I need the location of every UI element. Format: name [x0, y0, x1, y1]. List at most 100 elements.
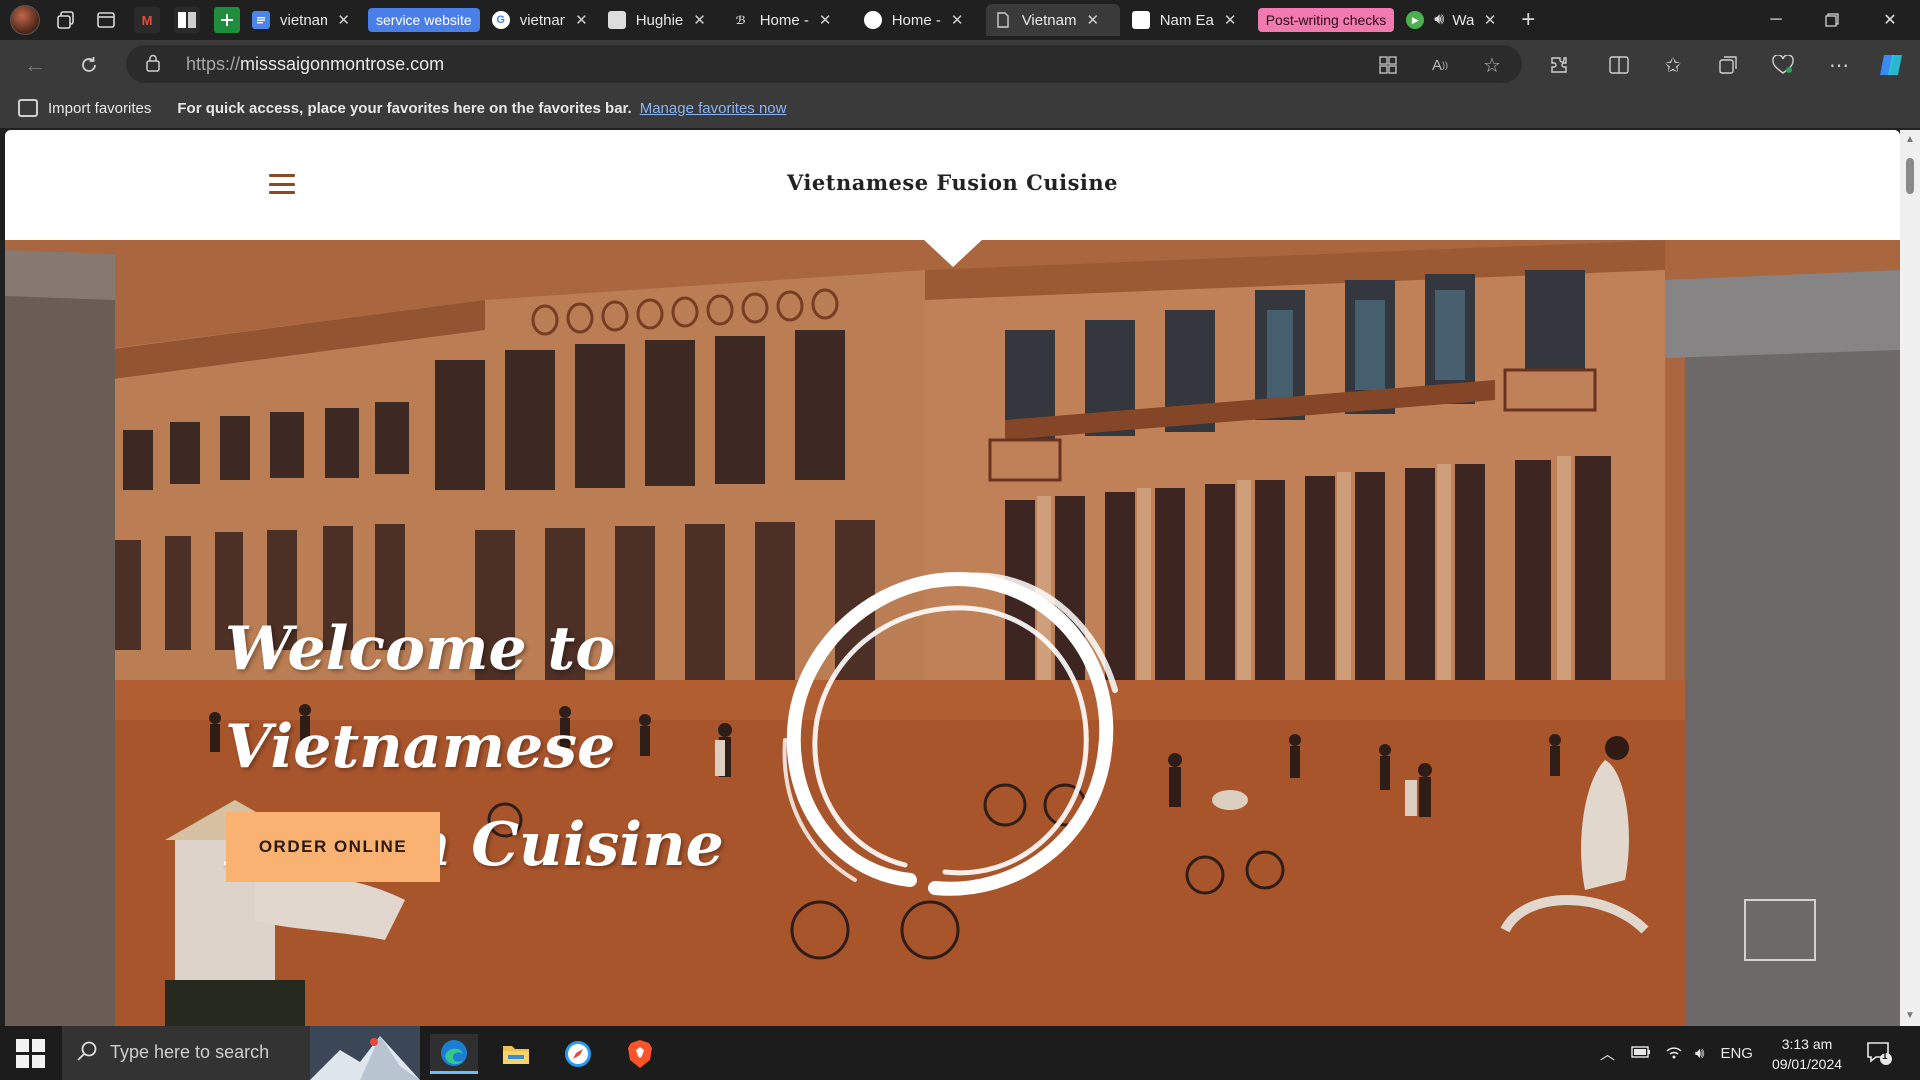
- header-notch: [923, 239, 983, 267]
- site-icon: [1131, 11, 1150, 29]
- compass-icon: [565, 1041, 591, 1067]
- tab-label: vietnam: [280, 11, 328, 29]
- close-window-icon[interactable]: ✕: [1866, 0, 1914, 40]
- windows-start-icon[interactable]: [10, 1038, 50, 1068]
- tab-label: vietnam: [519, 11, 565, 29]
- app-available-icon[interactable]: [1376, 53, 1400, 77]
- tab-wa[interactable]: ▶ 🔊︎ Wa ✕: [1398, 4, 1504, 36]
- tab-nam-ea[interactable]: Nam Ea ✕: [1124, 4, 1248, 36]
- hero-heading-line-1: Welcome to Vietnamese: [225, 614, 616, 782]
- language-indicator[interactable]: ENG: [1720, 1045, 1753, 1062]
- tab-label: Home -: [891, 11, 941, 29]
- search-highlight-mountain-image: [310, 1026, 420, 1080]
- script-logo-icon: ℬ: [735, 14, 746, 27]
- manage-favorites-link[interactable]: Manage favorites now: [640, 100, 787, 117]
- scrollbar-thumb[interactable]: [1906, 158, 1914, 194]
- tab-label: Hughie: [635, 11, 684, 29]
- read-aloud-icon[interactable]: A)): [1428, 53, 1452, 77]
- order-online-button[interactable]: ORDER ONLINE: [226, 812, 440, 882]
- tab-group-service-website[interactable]: service website: [368, 8, 480, 32]
- notification-count-badge: 1: [1882, 1051, 1888, 1062]
- import-favorites-icon[interactable]: [18, 99, 38, 117]
- folder-icon: [503, 1046, 529, 1064]
- navigation-toolbar: ← https://misssaigonmontrose.com A)) ☆ ✩: [0, 40, 1920, 88]
- site-title[interactable]: Vietnamese Fusion Cuisine: [5, 170, 1900, 195]
- close-tab-icon[interactable]: ✕: [1224, 11, 1237, 29]
- search-icon: [76, 1040, 98, 1062]
- volume-icon[interactable]: 🔊︎: [1695, 1045, 1704, 1062]
- browser-tab-bar: M vietnam ✕ service website G vietnam ✕ …: [0, 0, 1920, 40]
- favorites-bar: Import favorites For quick access, place…: [0, 88, 1920, 128]
- tab-docs-vietnam[interactable]: vietnam ✕: [244, 4, 358, 36]
- taskbar-brave-app[interactable]: [616, 1034, 664, 1074]
- collections-icon[interactable]: [1716, 52, 1742, 78]
- speaker-icon[interactable]: 🔊︎: [1434, 11, 1444, 29]
- url-domain: misssaigonmontrose.com: [240, 54, 445, 74]
- page-scrollbar[interactable]: ▲ ▼: [1900, 130, 1920, 1026]
- taskbar-file-explorer-app[interactable]: [492, 1034, 540, 1074]
- scroll-up-arrow-icon[interactable]: ▲: [1904, 134, 1916, 146]
- url-text[interactable]: https://misssaigonmontrose.com: [186, 54, 444, 75]
- tab-label: Home -: [759, 11, 809, 29]
- lock-icon[interactable]: [146, 54, 160, 72]
- notification-center-icon[interactable]: 1: [1866, 1040, 1892, 1066]
- refresh-icon[interactable]: [72, 48, 106, 82]
- favorites-icon[interactable]: ✩: [1660, 52, 1686, 78]
- taskbar-safari-app[interactable]: [554, 1034, 602, 1074]
- browser-essentials-icon[interactable]: [1770, 52, 1796, 78]
- play-icon: ▶: [1406, 11, 1425, 29]
- site-icon: [607, 11, 626, 29]
- clock-date: 09/01/2024: [1771, 1056, 1843, 1072]
- back-arrow-icon[interactable]: ←: [18, 48, 52, 82]
- taskbar-search-box[interactable]: Type here to search: [62, 1026, 420, 1080]
- page-icon: [994, 11, 1012, 29]
- copilot-icon[interactable]: [1878, 52, 1904, 78]
- hero-banner: Welcome to Vietnamese Fusion Cuisine ORD…: [5, 240, 1900, 1026]
- profile-avatar[interactable]: [10, 5, 40, 35]
- taskbar-clock[interactable]: 3:13 am 09/01/2024: [1762, 1034, 1852, 1074]
- minimize-icon[interactable]: ─: [1752, 0, 1800, 40]
- tab-home-site[interactable]: Home - ✕: [856, 4, 982, 36]
- gmail-pinned-tab-icon[interactable]: M: [134, 7, 160, 33]
- close-tab-icon[interactable]: ✕: [951, 11, 964, 29]
- close-tab-icon[interactable]: ✕: [337, 11, 350, 29]
- reader-pinned-tab-icon[interactable]: [174, 7, 200, 33]
- tab-hughie[interactable]: Hughie ✕: [600, 4, 720, 36]
- battery-icon[interactable]: [1631, 1045, 1651, 1062]
- tab-group-post-writing-checks[interactable]: Post-writing checks: [1257, 8, 1395, 32]
- split-screen-icon[interactable]: [1606, 52, 1632, 78]
- close-tab-icon[interactable]: ✕: [575, 11, 588, 29]
- wifi-icon[interactable]: [1665, 1043, 1683, 1063]
- taskbar-edge-app[interactable]: [430, 1034, 478, 1074]
- more-options-icon[interactable]: ⋯: [1826, 52, 1852, 78]
- tab-label: Nam Ea: [1159, 11, 1214, 29]
- tab-home-script[interactable]: ℬ Home - ✕: [724, 4, 852, 36]
- favorite-star-icon[interactable]: ☆: [1480, 53, 1504, 77]
- tab-label: Wa: [1452, 11, 1474, 29]
- tab-label: Vietnam: [1021, 11, 1077, 29]
- favorites-bar-message: For quick access, place your favorites h…: [177, 99, 632, 117]
- show-hidden-icons-chevron-icon[interactable]: ︿: [1600, 1043, 1615, 1064]
- workspaces-icon[interactable]: [52, 6, 80, 34]
- tab-google-vietnam[interactable]: G vietnam ✕: [484, 4, 596, 36]
- new-tab-icon[interactable]: +: [1514, 6, 1542, 34]
- site-header: Vietnamese Fusion Cuisine: [5, 130, 1900, 240]
- close-tab-icon[interactable]: ✕: [693, 11, 706, 29]
- google-icon: G: [491, 11, 510, 29]
- web-page-viewport: Vietnamese Fusion Cuisine Welcome to Vie…: [5, 130, 1900, 1026]
- import-favorites-link[interactable]: Import favorites: [48, 100, 151, 117]
- url-protocol: https://: [186, 54, 241, 74]
- extensions-icon[interactable]: [1546, 52, 1572, 78]
- clock-time: 3:13 am: [1781, 1036, 1833, 1052]
- close-tab-icon[interactable]: ✕: [1086, 11, 1099, 29]
- tab-actions-icon[interactable]: [92, 6, 120, 34]
- brave-lion-icon: [628, 1040, 652, 1068]
- sheets-pinned-tab-icon[interactable]: [214, 7, 240, 33]
- search-placeholder: Type here to search: [110, 1042, 270, 1062]
- tab-vietnam-active[interactable]: Vietnam ✕: [985, 4, 1120, 36]
- restore-icon[interactable]: [1808, 0, 1856, 40]
- close-tab-icon[interactable]: ✕: [1484, 11, 1497, 29]
- scroll-down-arrow-icon[interactable]: ▼: [1904, 1010, 1916, 1022]
- address-bar[interactable]: https://misssaigonmontrose.com A)) ☆: [126, 45, 1522, 83]
- close-tab-icon[interactable]: ✕: [819, 11, 832, 29]
